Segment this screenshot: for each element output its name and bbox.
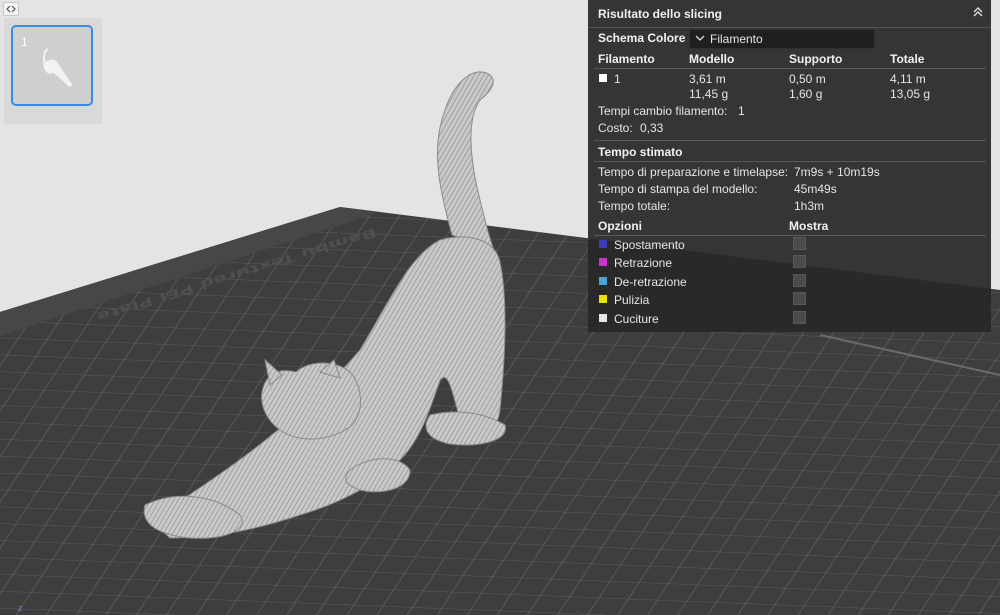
show-heading: Mostra xyxy=(789,219,829,233)
prep-time-label: Tempo di preparazione e timelapse: xyxy=(598,165,789,179)
slicing-result-panel: Risultato dello slicing Schema Colore Fi… xyxy=(588,0,991,332)
cost-label: Costo: xyxy=(598,121,633,135)
total-time-label: Tempo totale: xyxy=(598,199,671,213)
option-label-retrazione: Retrazione xyxy=(614,256,673,270)
option-color-swatch xyxy=(599,277,607,285)
total-time-value: 1h3m xyxy=(794,199,825,213)
panel-header[interactable]: Risultato dello slicing xyxy=(588,0,991,28)
option-show-checkbox-spostamento[interactable] xyxy=(793,237,806,250)
time-heading: Tempo stimato xyxy=(598,145,683,159)
column-header-model: Modello xyxy=(689,52,735,66)
option-color-swatch xyxy=(599,258,607,266)
axis-z-label: z xyxy=(18,603,23,613)
cost-value: 0,33 xyxy=(640,121,664,135)
plate-thumbnail-preview xyxy=(43,48,73,87)
plate-list: 1 xyxy=(4,18,102,124)
color-scheme-value: Filamento xyxy=(710,32,763,46)
option-show-checkbox-de-retrazione[interactable] xyxy=(793,274,806,287)
option-label-spostamento: Spostamento xyxy=(614,238,685,252)
total-length: 4,11 m xyxy=(890,72,926,86)
option-label-pulizia: Pulizia xyxy=(614,293,650,307)
option-show-checkbox-cuciture[interactable] xyxy=(793,311,806,324)
sidebar-toggle-icon xyxy=(6,5,16,13)
model-weight: 11,45 g xyxy=(689,87,729,101)
option-show-checkbox-retrazione[interactable] xyxy=(793,255,806,268)
option-color-swatch xyxy=(599,314,607,322)
option-label-cuciture: Cuciture xyxy=(614,312,659,326)
total-weight: 13,05 g xyxy=(890,87,931,101)
option-label-de-retrazione: De-retrazione xyxy=(614,275,687,289)
panel-title: Risultato dello slicing xyxy=(598,7,723,21)
divider xyxy=(594,68,986,69)
model-length: 3,61 m xyxy=(689,72,726,86)
column-header-filament: Filamento xyxy=(598,52,655,66)
column-header-support: Supporto xyxy=(789,52,843,66)
divider xyxy=(594,235,986,236)
option-color-swatch xyxy=(599,295,607,303)
print-time-label: Tempo di stampa del modello: xyxy=(598,182,758,196)
dropdown-chevron-icon xyxy=(695,35,705,41)
filament-color-swatch xyxy=(599,74,607,82)
color-scheme-dropdown[interactable]: Filamento xyxy=(689,29,875,49)
support-weight: 1,60 g xyxy=(789,87,823,101)
support-length: 0,50 m xyxy=(789,72,826,86)
print-time-value: 45m49s xyxy=(794,182,837,196)
filament-changes-value: 1 xyxy=(738,104,745,118)
prep-time-value: 7m9s + 10m19s xyxy=(794,165,880,179)
options-heading: Opzioni xyxy=(598,219,642,233)
divider xyxy=(594,140,986,141)
filament-changes-label: Tempi cambio filamento: xyxy=(598,104,728,118)
option-color-swatch xyxy=(599,240,607,248)
option-show-checkbox-pulizia[interactable] xyxy=(793,292,806,305)
divider xyxy=(594,161,986,162)
plate-thumbnail[interactable]: 1 xyxy=(11,25,93,106)
column-header-total: Totale xyxy=(890,52,925,66)
sidebar-toggle-button[interactable] xyxy=(3,2,19,16)
filament-id: 1 xyxy=(614,72,621,86)
color-scheme-label: Schema Colore xyxy=(598,31,686,45)
collapse-chevron-icon[interactable] xyxy=(971,5,985,19)
